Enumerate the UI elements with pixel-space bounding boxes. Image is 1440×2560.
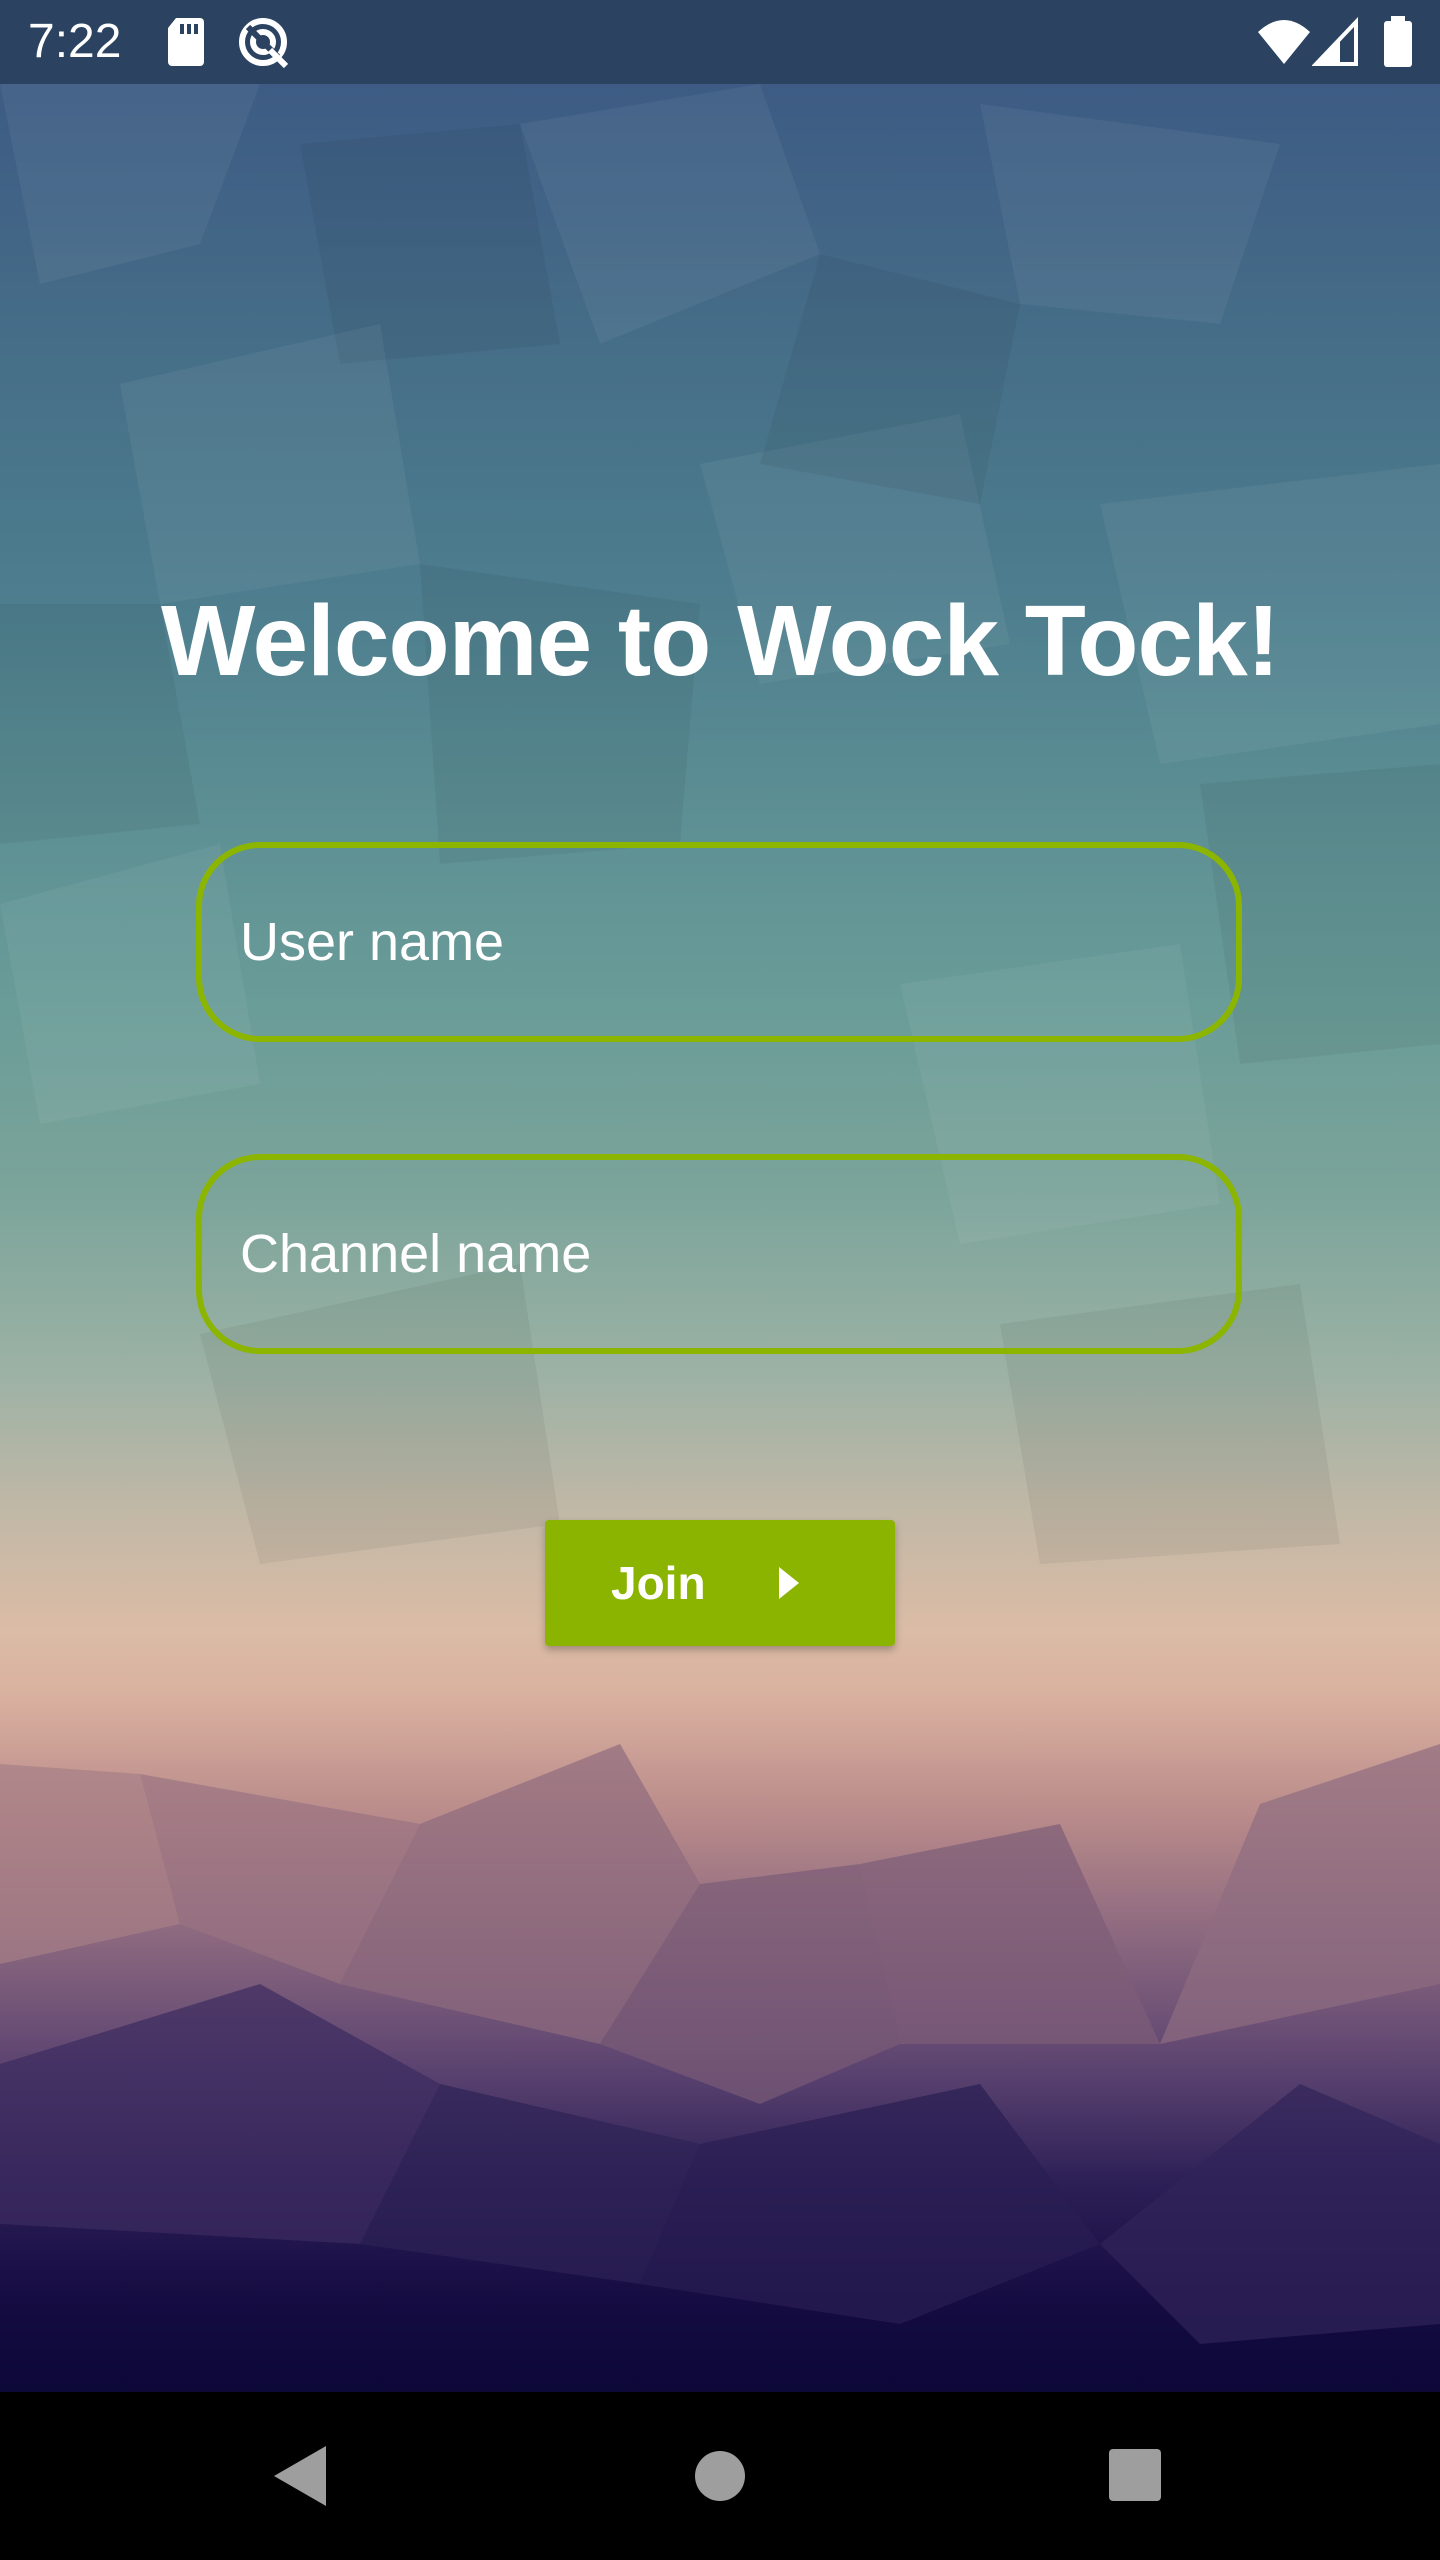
status-time: 7:22 [28,15,122,68]
app-background: Welcome to Wock Tock! User name Channel … [0,84,1440,2392]
channel-name-field[interactable]: Channel name [196,1154,1242,1354]
cell-signal-icon [1312,17,1358,66]
status-bar: 7:22 [0,0,1440,84]
play-arrow-icon [779,1567,799,1599]
battery-icon [1384,16,1412,67]
user-name-placeholder: User name [240,912,505,972]
wifi-icon [1258,20,1310,64]
join-button[interactable]: Join [545,1520,895,1646]
page-title: Welcome to Wock Tock! [160,585,1280,697]
join-button-label: Join [611,1557,706,1609]
back-icon[interactable] [272,2444,328,2508]
sd-card-icon [168,18,204,66]
recents-icon[interactable] [1108,2448,1162,2502]
sync-icon [239,18,289,69]
channel-name-placeholder: Channel name [240,1224,592,1284]
system-nav-bar [0,2392,1440,2560]
home-icon[interactable] [694,2450,746,2502]
user-name-field[interactable]: User name [196,842,1242,1042]
